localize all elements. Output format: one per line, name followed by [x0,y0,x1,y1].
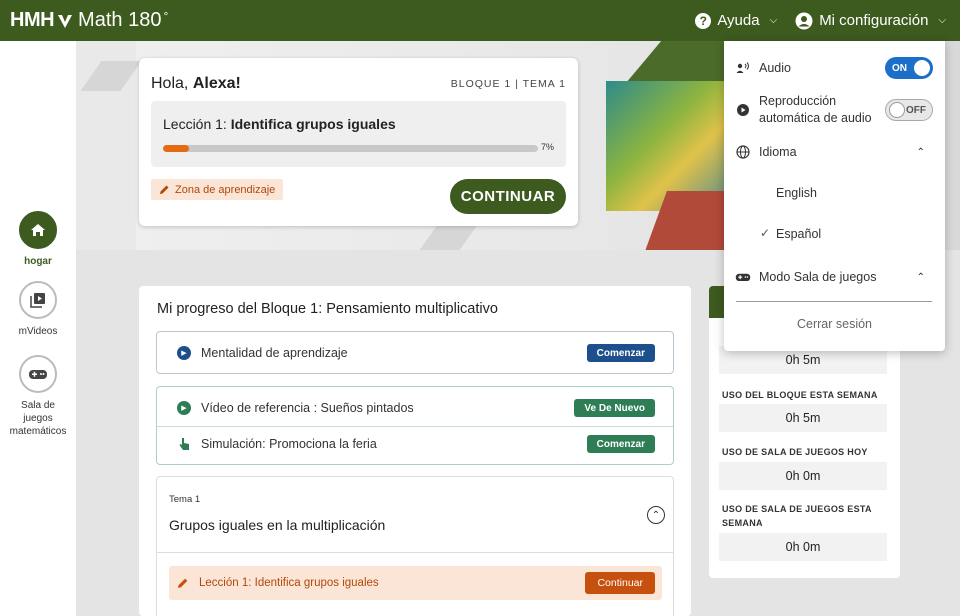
lesson-title: Lección 1: Identifica grupos iguales [163,116,396,132]
start-button[interactable]: Comenzar [586,435,655,453]
brand-mark: ° [163,9,169,23]
nav-item-games[interactable]: Sala de juegos matemáticos [0,355,76,438]
activity-group-video: ▶ Vídeo de referencia : Sueños pintados … [156,386,674,465]
topic-section: Tema 1 Grupos iguales en la multiplicaci… [156,476,674,616]
video-library-icon [19,281,57,319]
lesson-prefix: Lección 1: [163,116,227,132]
help-label: Ayuda [717,12,760,29]
activity-label: Simulación: Promociona la feria [201,437,377,451]
logout-link[interactable]: Cerrar sesión [724,317,945,331]
speaker-icon [735,62,751,74]
globe-icon [735,145,751,159]
nav-item-home[interactable]: hogar [0,211,76,268]
left-navigation: hogar mVideos Sala de juegos matemáticos [0,41,76,616]
activity-row: Simulación: Promociona la feria Comenzar [157,426,673,462]
brand-hmh: HMH [10,9,55,31]
language-option-spanish[interactable]: ✓ Español [760,226,822,241]
pencil-icon [178,578,188,588]
nav-item-mvideos[interactable]: mVideos [0,281,76,338]
nav-label-games: Sala de juegos matemáticos [9,400,67,437]
toggle-knob [889,102,905,118]
gamepad-icon [735,271,751,283]
audio-toggle[interactable]: ON [885,57,933,79]
stat-label: USO DE SALA DE JUEGOS HOY [722,447,868,457]
chevron-up-icon: ⌃ [916,146,925,158]
bloque-tema-label: BLOQUE 1 | TEMA 1 [450,78,566,90]
student-name: Alexa! [192,75,241,92]
activity-label: Vídeo de referencia : Sueños pintados [201,401,414,415]
topic-name: Grupos iguales en la multiplicación [169,517,386,533]
stat-value: 0h 0m [719,533,887,561]
toggle-knob [914,60,930,76]
audio-setting-row: Audio ON [724,57,945,79]
current-lesson-box: Lección 1: Identifica grupos iguales 7% [151,101,566,167]
stat-label: USO DE SALA DE JUEGOS ESTA SEMANA [722,504,872,528]
language-label: Idioma [759,145,797,159]
lesson-name: Identifica grupos iguales [230,116,396,132]
autoplay-label: Reproducción automática de audio [759,94,872,125]
language-option-english[interactable]: English [776,186,817,200]
block-progress-title: Mi progreso del Bloque 1: Pensamiento mu… [157,301,498,317]
arcade-mode-label: Modo Sala de juegos [759,270,877,284]
chevron-up-icon: ⌃ [916,271,925,283]
settings-dropdown: Audio ON Reproducción automática de audi… [724,41,945,351]
lesson-progress-bar [163,145,538,152]
touch-icon [177,437,191,451]
pencil-icon [160,185,169,194]
menu-divider [736,301,932,302]
help-menu-button[interactable]: ? Ayuda ⌵ [695,12,777,29]
watch-again-button[interactable]: Ve De Nuevo [574,399,655,417]
topic-divider [157,552,673,553]
settings-label: Mi configuración [819,12,929,29]
activity-group-mindset: ▶ Mentalidad de aprendizaje Comenzar [156,331,674,374]
brand-logo[interactable]: HMH Math 180 ° [10,9,168,32]
banner-chevron [415,226,477,250]
activity-row: ▶ Mentalidad de aprendizaje Comenzar [157,335,673,371]
top-bar: HMH Math 180 ° ? Ayuda ⌵ Mi configuració… [0,0,960,41]
chevron-down-icon: ⌵ [938,15,946,26]
chevron-up-icon[interactable]: ⌃ [647,506,665,524]
stat-value: 0h 5m [719,404,887,432]
autoplay-toggle-state: OFF [906,104,926,116]
autoplay-setting-row: Reproducción automática de audio OFF [724,93,945,127]
chevron-down-icon: ⌵ [769,15,778,26]
lesson-row[interactable]: Lección 1: Identifica grupos iguales Con… [169,566,662,600]
lesson-row-label: Lección 1: Identifica grupos iguales [199,577,379,589]
block-progress-card: Mi progreso del Bloque 1: Pensamiento mu… [139,286,691,616]
learning-zone-badge: Zona de aprendizaje [151,179,284,200]
help-icon: ? [695,12,712,29]
play-icon: ▶ [177,346,191,360]
lesson-progress-percent: 7% [540,142,554,152]
audio-label: Audio [759,61,791,75]
hmh-check-icon [58,14,73,28]
activity-label: Mentalidad de aprendizaje [201,346,348,360]
greeting-prefix: Hola, [151,75,189,92]
play-icon: ▶ [177,401,191,415]
play-icon [735,104,751,116]
nav-label-home: hogar [24,256,52,267]
brand-product: Math 180 [78,9,162,31]
settings-menu-button[interactable]: Mi configuración ⌵ [795,12,946,30]
language-option-label: Español [776,227,822,241]
lesson-continue-button[interactable]: Continuar [585,572,655,594]
audio-toggle-state: ON [892,62,907,74]
autoplay-toggle[interactable]: OFF [885,99,933,121]
checkmark-icon: ✓ [760,226,771,240]
activity-row: ▶ Vídeo de referencia : Sueños pintados … [157,390,673,426]
continue-button[interactable]: CONTINUAR [450,179,566,214]
greeting-text: Hola, Alexa! [151,75,241,93]
language-setting-row[interactable]: Idioma ⌃ [724,141,945,163]
topic-number: Tema 1 [169,494,201,505]
home-icon [19,211,57,249]
stat-value: 0h 0m [719,462,887,490]
user-icon [795,12,813,29]
arcade-mode-row[interactable]: Modo Sala de juegos ⌃ [724,266,945,288]
gamepad-icon [19,355,57,393]
learning-zone-label: Zona de aprendizaje [175,183,276,196]
nav-label-mvideos: mVideos [18,326,58,337]
lesson-progress-fill [163,145,190,152]
greeting-card: Hola, Alexa! BLOQUE 1 | TEMA 1 Lección 1… [139,58,578,226]
stat-label: USO DEL BLOQUE ESTA SEMANA [722,390,878,400]
start-button[interactable]: Comenzar [586,344,655,362]
